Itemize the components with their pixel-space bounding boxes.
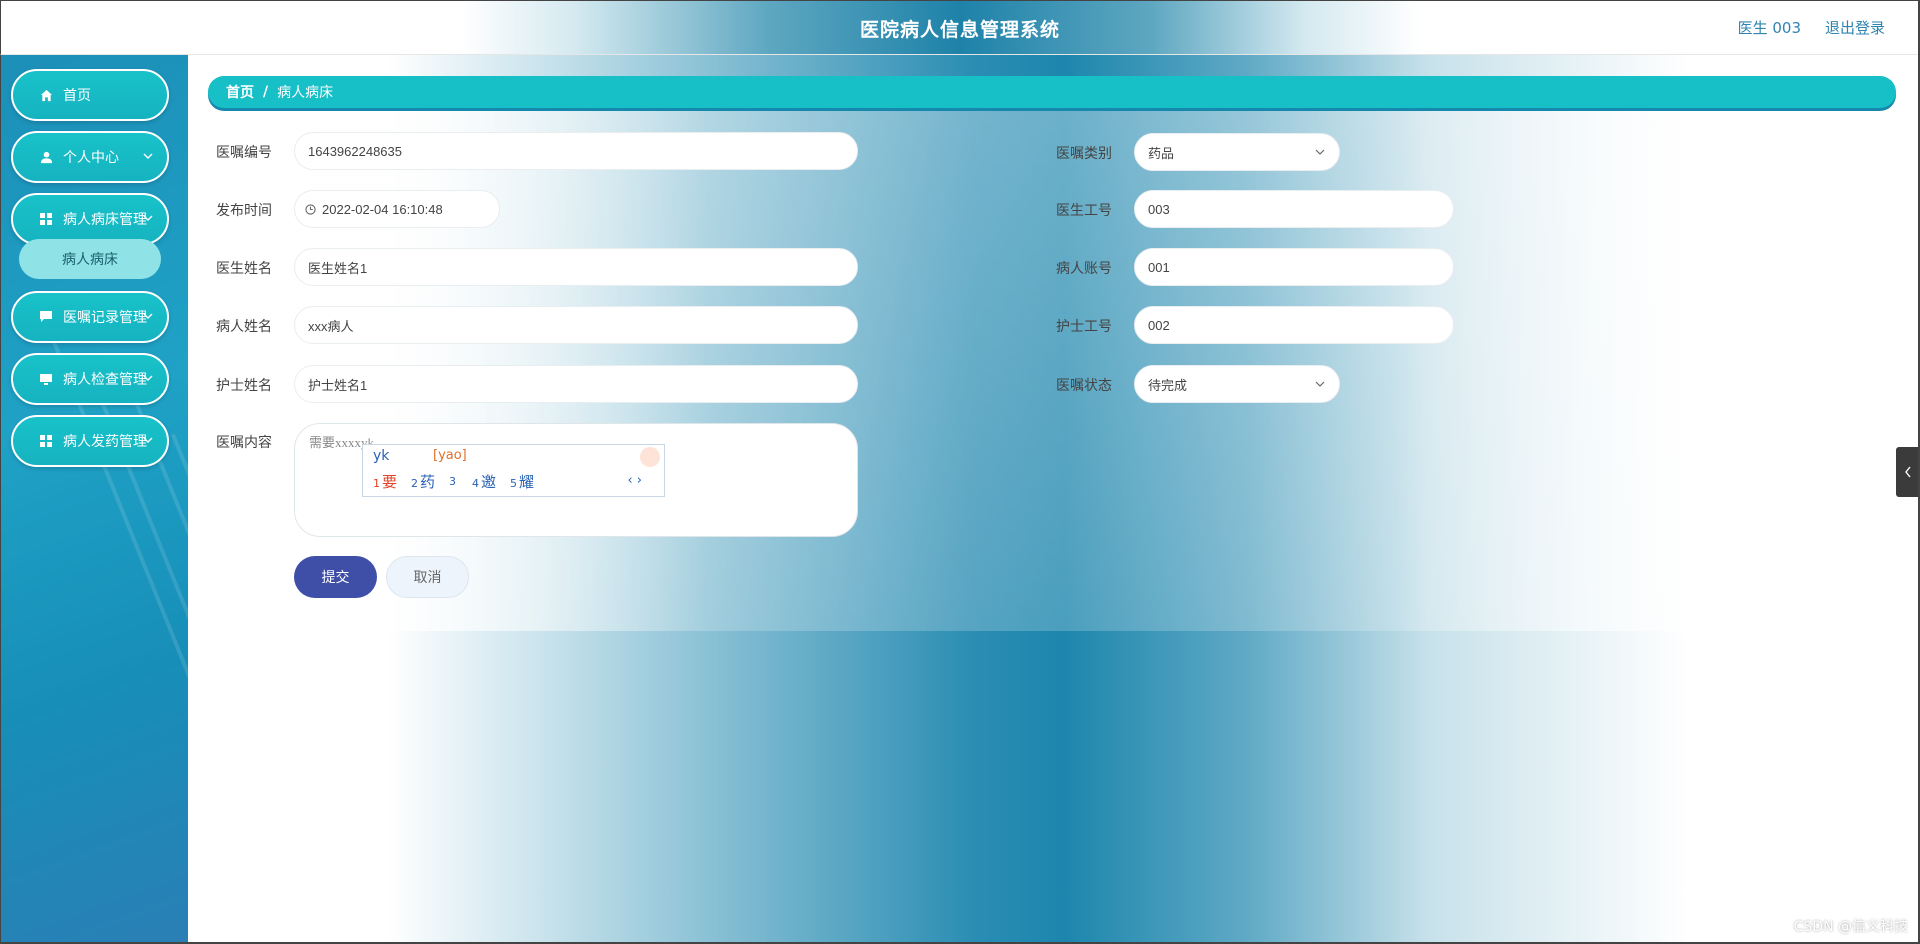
order-no-label: 医嘱编号	[216, 145, 272, 161]
nurse-name-label: 护士姓名	[216, 378, 272, 394]
nurse-id-label: 护士工号	[1056, 319, 1112, 335]
sidebar-item-label: 个人中心	[63, 150, 119, 166]
sidebar-item-order-records[interactable]: 医嘱记录管理	[11, 291, 169, 343]
ime-pinyin-hint: [yao]	[433, 448, 467, 463]
publish-time-label: 发布时间	[216, 203, 272, 219]
sidebar-item-label: 病人检查管理	[63, 372, 147, 388]
ime-candidate-list: 1要 2药 3 4邀 5耀	[373, 471, 534, 492]
chevron-down-icon	[1315, 381, 1325, 387]
ime-candidate[interactable]: 4邀	[472, 471, 496, 492]
nurse-id-input[interactable]: 002	[1134, 306, 1454, 344]
order-type-value: 药品	[1148, 145, 1175, 161]
order-status-select[interactable]: 待完成	[1134, 365, 1340, 403]
ime-candidate-window: yk [yao] 1要 2药 3 4邀 5耀 ‹ ›	[362, 444, 665, 497]
doctor-name-label: 医生姓名	[216, 261, 272, 277]
doctor-id-label: 医生工号	[1056, 203, 1112, 219]
patient-name-label: 病人姓名	[216, 319, 272, 335]
sidebar-item-profile[interactable]: 个人中心	[11, 131, 169, 183]
publish-time-value: 2022-02-04 16:10:48	[322, 201, 443, 217]
patient-account-input[interactable]: 001	[1134, 248, 1454, 286]
chevron-down-icon	[143, 437, 153, 443]
chat-icon	[39, 310, 53, 324]
publish-time-picker[interactable]: 2022-02-04 16:10:48	[294, 190, 500, 228]
logout-link[interactable]: 退出登录	[1825, 17, 1885, 38]
home-icon	[39, 88, 53, 102]
breadcrumb: 首页 / 病人病床	[208, 76, 1896, 108]
ime-pager[interactable]: ‹ ›	[627, 473, 642, 488]
doctor-name-input[interactable]: 医生姓名1	[294, 248, 858, 286]
watermark: CSDN @信义科技	[1793, 919, 1908, 935]
breadcrumb-current: 病人病床	[277, 85, 334, 101]
ime-candidate[interactable]: 3	[449, 471, 458, 492]
top-header: 医院病人信息管理系统 医生 003 退出登录	[0, 0, 1920, 55]
order-type-select[interactable]: 药品	[1134, 133, 1340, 171]
nurse-name-input[interactable]: 护士姓名1	[294, 365, 858, 403]
breadcrumb-separator: /	[263, 84, 269, 100]
clock-icon	[305, 203, 316, 215]
monitor-icon	[39, 372, 53, 386]
sidebar-item-dispense-management[interactable]: 病人发药管理	[11, 415, 169, 467]
ime-candidate[interactable]: 2药	[411, 471, 435, 492]
sidebar-item-home[interactable]: 首页	[11, 69, 169, 121]
order-status-label: 医嘱状态	[1056, 378, 1112, 394]
order-status-value: 待完成	[1148, 377, 1188, 393]
grid-icon	[39, 212, 53, 226]
chevron-down-icon	[143, 215, 153, 221]
sidebar-item-label: 病人病床管理	[63, 212, 147, 228]
chevron-left-icon	[1905, 466, 1911, 478]
chevron-down-icon	[143, 153, 153, 159]
patient-name-input[interactable]: xxx病人	[294, 306, 858, 344]
sidebar: 首页 个人中心 病人病床管理 病人病床 医嘱记录管理 病人检查管理 病人发药管理	[0, 55, 188, 944]
sidebar-item-label: 首页	[63, 88, 91, 104]
patient-account-label: 病人账号	[1056, 261, 1112, 277]
ime-composition: yk	[373, 448, 390, 464]
chevron-down-icon	[143, 375, 153, 381]
chevron-down-icon	[143, 313, 153, 319]
main-content: 首页 / 病人病床 医嘱编号 1643962248635 发布时间 2022-0…	[188, 55, 1920, 944]
sidebar-item-exam-management[interactable]: 病人检查管理	[11, 353, 169, 405]
order-content-label: 医嘱内容	[216, 435, 272, 451]
side-panel-toggle[interactable]	[1896, 447, 1920, 497]
ime-logo-icon	[640, 447, 660, 467]
sidebar-item-label: 医嘱记录管理	[63, 310, 147, 326]
sidebar-item-label: 病人发药管理	[63, 434, 147, 450]
submit-button[interactable]: 提交	[294, 556, 377, 598]
grid-icon	[39, 434, 53, 448]
chevron-down-icon	[1315, 149, 1325, 155]
breadcrumb-home[interactable]: 首页	[226, 82, 254, 102]
user-icon	[39, 150, 53, 164]
order-type-label: 医嘱类别	[1056, 146, 1112, 162]
app-title: 医院病人信息管理系统	[859, 19, 1060, 41]
cancel-button[interactable]: 取消	[386, 556, 469, 598]
ime-candidate[interactable]: 1要	[373, 471, 397, 492]
ime-candidate[interactable]: 5耀	[510, 471, 534, 492]
sidebar-item-bed-management[interactable]: 病人病床管理	[11, 193, 169, 245]
order-no-input[interactable]: 1643962248635	[294, 132, 858, 170]
current-user: 医生 003	[1737, 19, 1801, 37]
sidebar-subitem-patient-bed[interactable]: 病人病床	[19, 239, 161, 279]
doctor-id-input[interactable]: 003	[1134, 190, 1454, 228]
sidebar-decoration	[131, 393, 188, 944]
